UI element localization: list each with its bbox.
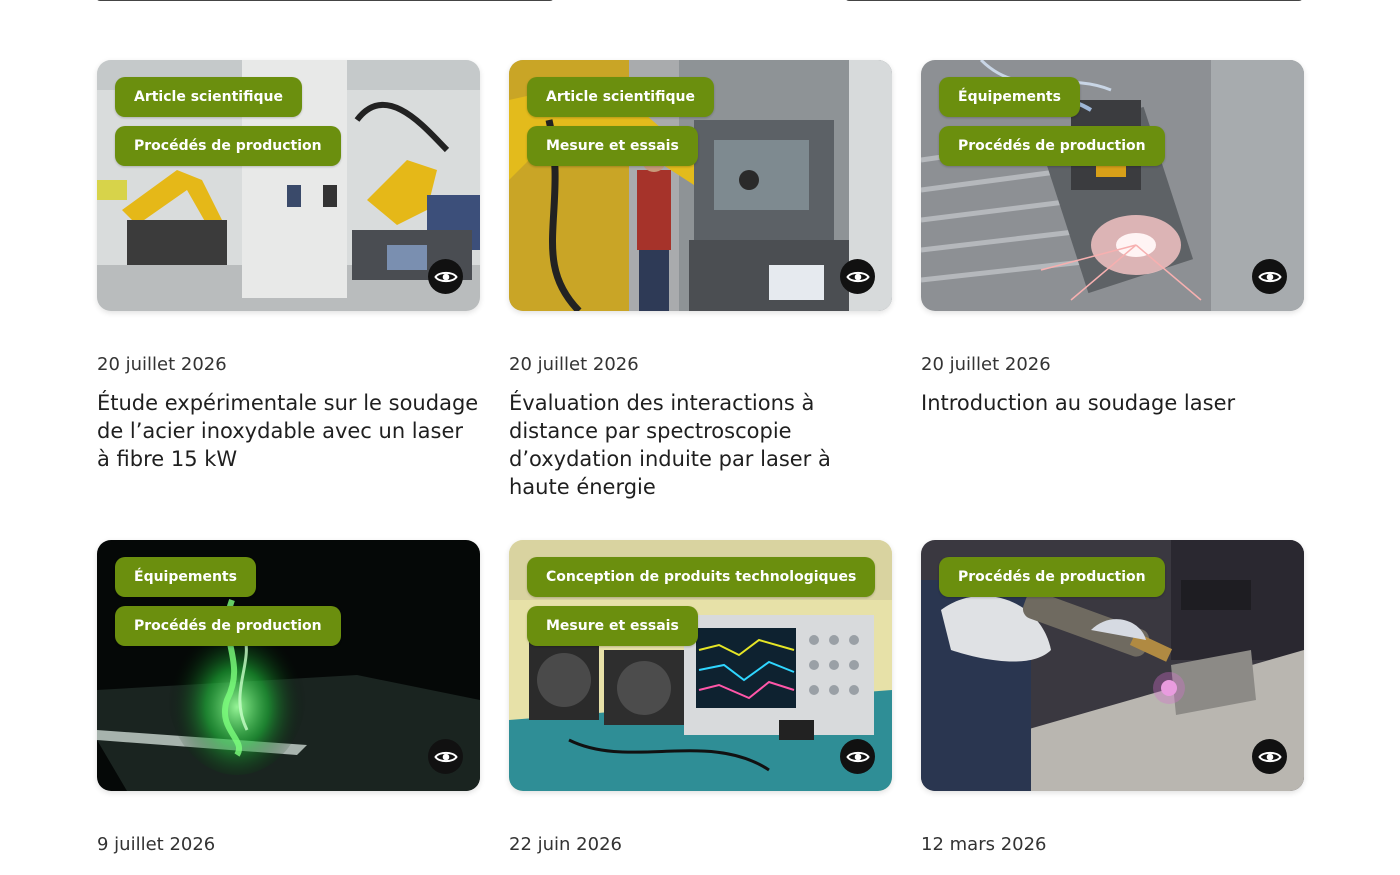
tag-list: Procédés de production: [939, 557, 1294, 597]
article-date: 12 mars 2026: [921, 834, 1047, 855]
article-title[interactable]: Introduction au soudage laser: [921, 389, 1304, 417]
view-button[interactable]: [428, 739, 463, 774]
article-date: 22 juin 2026: [509, 834, 622, 855]
article-card[interactable]: Conception de produits technologiques Me…: [509, 540, 892, 855]
tag-list: Conception de produits technologiques Me…: [527, 557, 882, 646]
eye-icon: [433, 751, 458, 762]
article-thumbnail[interactable]: Équipements Procédés de production: [97, 540, 480, 791]
article-card[interactable]: Équipements Procédés de production 20 ju…: [921, 60, 1304, 415]
tag-list: Équipements Procédés de production: [939, 77, 1294, 166]
view-button[interactable]: [840, 739, 875, 774]
category-tag[interactable]: Mesure et essais: [527, 126, 698, 166]
article-card[interactable]: Procédés de production 12 mars 2026: [921, 540, 1304, 855]
eye-icon: [845, 751, 870, 762]
article-thumbnail[interactable]: Conception de produits technologiques Me…: [509, 540, 892, 791]
tag-list: Article scientifique Procédés de product…: [115, 77, 470, 166]
article-thumbnail[interactable]: Article scientifique Procédés de product…: [97, 60, 480, 311]
view-button[interactable]: [840, 259, 875, 294]
article-thumbnail[interactable]: Procédés de production: [921, 540, 1304, 791]
category-tag[interactable]: Mesure et essais: [527, 606, 698, 646]
eye-icon: [1257, 751, 1282, 762]
tag-list: Article scientifique Mesure et essais: [527, 77, 882, 166]
view-button[interactable]: [1252, 259, 1287, 294]
article-card[interactable]: Équipements Procédés de production 9 jui…: [97, 540, 480, 855]
category-tag[interactable]: Article scientifique: [115, 77, 302, 117]
category-tag[interactable]: Équipements: [939, 77, 1080, 117]
eye-icon: [1257, 271, 1282, 282]
filter-select-right[interactable]: [845, 0, 1303, 1]
category-tag[interactable]: Équipements: [115, 557, 256, 597]
eye-icon: [845, 271, 870, 282]
article-card[interactable]: Article scientifique Procédés de product…: [97, 60, 480, 471]
article-date: 20 juillet 2026: [921, 354, 1051, 375]
view-button[interactable]: [428, 259, 463, 294]
eye-icon: [433, 271, 458, 282]
category-tag[interactable]: Procédés de production: [115, 126, 341, 166]
article-date: 20 juillet 2026: [509, 354, 639, 375]
article-title[interactable]: Évaluation des interactions à distance p…: [509, 389, 892, 501]
category-tag[interactable]: Procédés de production: [939, 557, 1165, 597]
view-button[interactable]: [1252, 739, 1287, 774]
category-tag[interactable]: Conception de produits technologiques: [527, 557, 876, 597]
article-title[interactable]: Étude expérimentale sur le soudage de l’…: [97, 389, 480, 473]
tag-list: Équipements Procédés de production: [115, 557, 470, 646]
article-thumbnail[interactable]: Article scientifique Mesure et essais: [509, 60, 892, 311]
filter-select-left[interactable]: [96, 0, 554, 1]
category-tag[interactable]: Article scientifique: [527, 77, 714, 117]
category-tag[interactable]: Procédés de production: [939, 126, 1165, 166]
article-date: 9 juillet 2026: [97, 834, 216, 855]
category-tag[interactable]: Procédés de production: [115, 606, 341, 646]
article-thumbnail[interactable]: Équipements Procédés de production: [921, 60, 1304, 311]
article-date: 20 juillet 2026: [97, 354, 227, 375]
article-card[interactable]: Article scientifique Mesure et essais 20…: [509, 60, 892, 499]
